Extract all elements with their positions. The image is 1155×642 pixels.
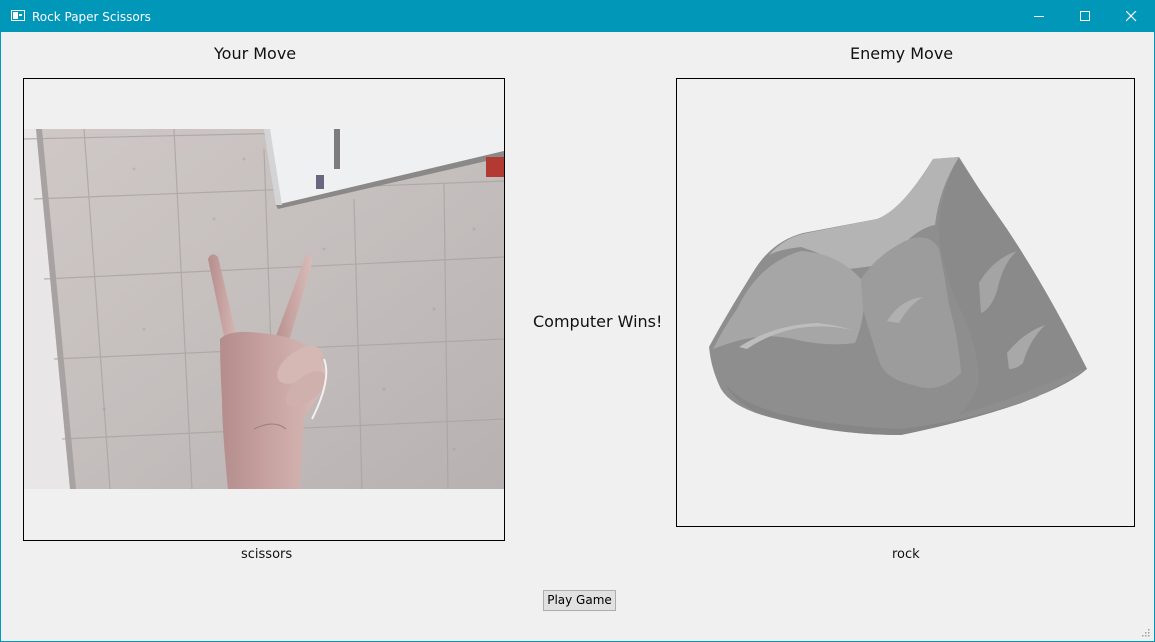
resize-grip-icon[interactable] bbox=[1140, 627, 1150, 637]
game-result: Computer Wins! bbox=[533, 312, 663, 331]
minimize-button[interactable] bbox=[1016, 1, 1062, 32]
app-window: Rock Paper Scissors Your Move Enemy Move bbox=[0, 0, 1155, 642]
window-title: Rock Paper Scissors bbox=[32, 10, 151, 24]
title-bar[interactable]: Rock Paper Scissors bbox=[1, 1, 1154, 32]
maximize-icon bbox=[1080, 11, 1090, 21]
close-icon bbox=[1126, 11, 1137, 22]
app-icon bbox=[11, 10, 25, 21]
play-game-button[interactable]: Play Game bbox=[543, 590, 616, 611]
rock-illustration bbox=[709, 157, 1087, 435]
webcam-photo bbox=[24, 129, 504, 489]
your-move-heading: Your Move bbox=[214, 44, 297, 63]
minimize-icon bbox=[1034, 16, 1044, 17]
enemy-move-heading: Enemy Move bbox=[850, 44, 954, 63]
enemy-move-frame bbox=[676, 78, 1135, 527]
maximize-button[interactable] bbox=[1062, 1, 1108, 32]
close-button[interactable] bbox=[1108, 1, 1154, 32]
player-move-frame bbox=[23, 78, 505, 541]
enemy-move-caption: rock bbox=[892, 547, 920, 562]
player-move-caption: scissors bbox=[241, 547, 293, 562]
